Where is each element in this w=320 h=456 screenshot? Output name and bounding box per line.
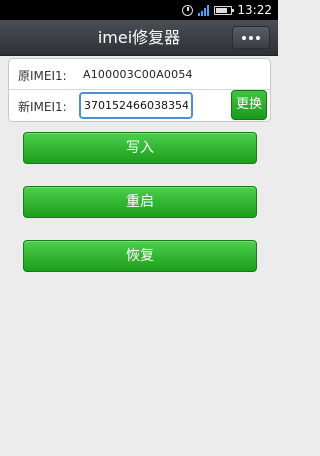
battery-icon — [214, 5, 235, 15]
title-bar: imei修复器 — [0, 20, 278, 56]
overflow-menu-dot — [249, 35, 253, 40]
panel-divider — [9, 89, 270, 90]
original-imei-value: A100003C00A0054 — [83, 68, 193, 81]
status-icons: 13:22 — [182, 2, 272, 18]
signal-icon — [198, 4, 210, 16]
restore-button[interactable]: 恢复 — [23, 240, 257, 272]
overflow-menu-dot — [256, 35, 260, 40]
replace-button[interactable]: 更换 — [231, 90, 267, 120]
restart-button[interactable]: 重启 — [23, 186, 257, 218]
status-bar: 13:22 — [0, 0, 278, 20]
imei-panel: 原IMEI1: A100003C00A0054 新IMEI1: 更换 — [8, 58, 271, 122]
overflow-menu-button[interactable] — [232, 26, 270, 49]
status-time: 13:22 — [237, 3, 272, 17]
new-imei-label: 新IMEI1: — [18, 100, 67, 114]
write-button[interactable]: 写入 — [23, 132, 257, 164]
alarm-icon — [182, 4, 194, 16]
overflow-menu-icon — [242, 35, 246, 40]
original-imei-label: 原IMEI1: — [18, 69, 67, 83]
new-imei-input[interactable] — [79, 92, 193, 119]
